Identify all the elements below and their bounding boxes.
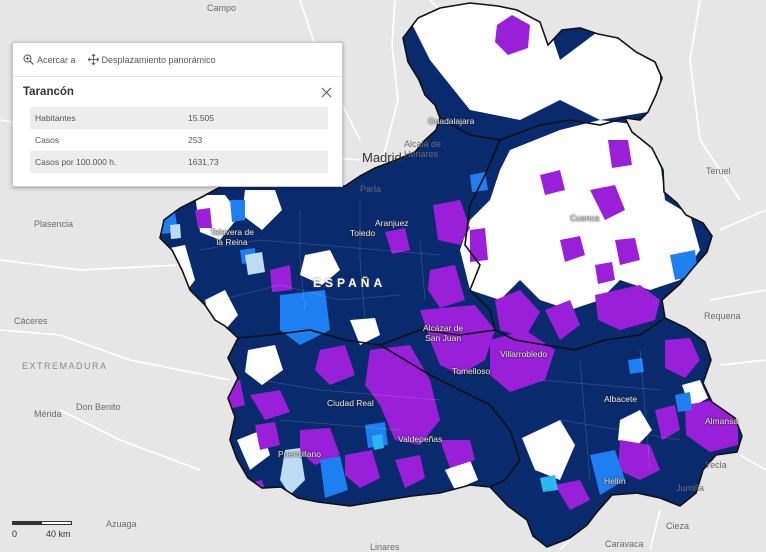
label-jumilla: Jumilla [676, 483, 705, 493]
pan-button[interactable]: Desplazamiento panorámico [87, 54, 216, 65]
label-tomelloso: Tomelloso [452, 366, 491, 376]
label-plasencia: Plasencia [34, 219, 74, 229]
label-linares: Linares [370, 542, 400, 552]
label-parla: Parla [360, 184, 382, 194]
popup-header: Tarancón [13, 77, 342, 107]
label-hellin: Hellín [604, 476, 626, 486]
table-row: Habitantes 15.505 [30, 107, 328, 129]
label-toledo: Toledo [350, 228, 376, 238]
pan-label: Desplazamiento panorámico [101, 54, 216, 65]
zoom-to-label: Acercar a [37, 54, 76, 65]
label-alcazar: Alcázar de San Juan [423, 323, 464, 343]
zoom-in-icon [23, 54, 34, 65]
label-espana: ESPAÑA [313, 276, 387, 290]
label-alcala: Alcalá de Henares [404, 139, 442, 159]
label-almansa: Almansa [705, 416, 739, 426]
label-madrid: Madrid [362, 150, 402, 165]
label-azuaga: Azuaga [106, 519, 137, 529]
label-requena: Requena [704, 311, 741, 321]
scale-max-label: 40 km [46, 529, 71, 539]
attribute-label: Casos [35, 135, 60, 145]
scale-bar-graphic [12, 521, 72, 525]
table-row: Casos 253 [30, 129, 328, 151]
popup-toolbar: Acercar a Desplazamiento panorámico [13, 43, 342, 77]
attribute-value: 1631,73 [183, 151, 328, 173]
label-ciudad-real: Ciudad Real [327, 398, 374, 408]
label-aranjuez: Aranjuez [375, 218, 409, 228]
attribute-value: 15.505 [183, 107, 328, 129]
scale-bar: 0 40 km [12, 521, 74, 543]
label-cuenca: Cuenca [570, 213, 600, 223]
label-puertollano: Puertollano [278, 449, 322, 459]
zoom-to-button[interactable]: Acercar a [23, 54, 76, 65]
close-icon [321, 87, 332, 97]
label-campo: Campo [207, 3, 237, 13]
label-talavera: Talavera de la Reina [210, 227, 254, 247]
attribute-label: Habitantes [30, 107, 183, 129]
label-caceres: Cáceres [14, 316, 48, 326]
label-caravaca: Caravaca [605, 539, 644, 549]
label-yecla: Yecla [705, 460, 727, 470]
attribute-label: Casos por 100.000 h. [30, 151, 183, 173]
label-villarrobledo: Villarrobledo [500, 349, 548, 359]
pan-arrows-icon [87, 54, 99, 65]
label-valdepenas: Valdepeñas [398, 434, 443, 444]
scale-zero-label: 0 [12, 529, 18, 539]
label-albacete: Albacete [604, 394, 638, 404]
attribute-table: Habitantes 15.505 Casos 253 Casos por 10… [30, 107, 328, 173]
label-merida: Mérida [34, 409, 62, 419]
table-row: Casos por 100.000 h. 1631,73 [30, 151, 328, 173]
label-guadalajara: Guadalajara [428, 116, 475, 126]
label-don-benito: Don Benito [76, 402, 121, 412]
close-button[interactable] [321, 87, 332, 98]
label-teruel: Teruel [706, 166, 731, 176]
label-extremadura: EXTREMADURA [22, 361, 108, 371]
popup-title: Tarancón [23, 86, 74, 98]
label-cieza: Cieza [666, 521, 690, 531]
attribute-value: 253 [188, 135, 203, 145]
info-popup: Acercar a Desplazamiento panorámico Tara… [12, 42, 343, 187]
